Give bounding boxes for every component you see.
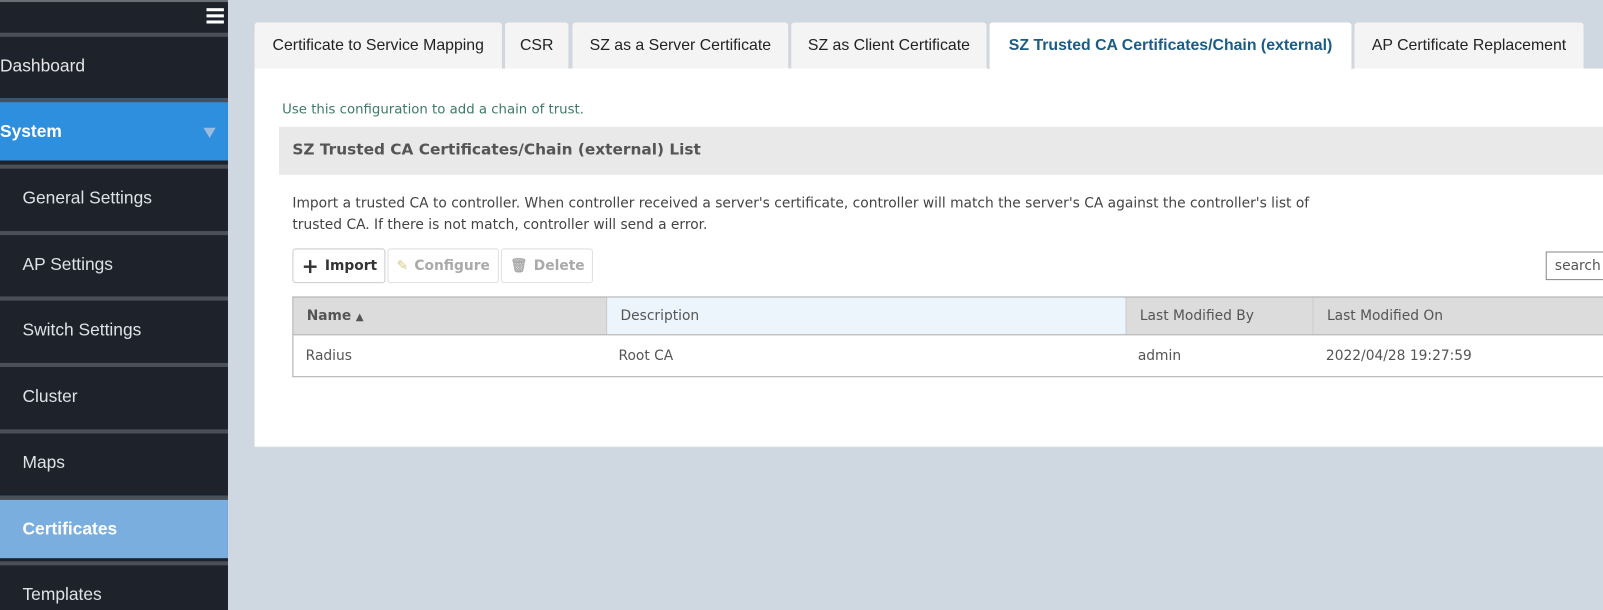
sidebar-item-label: Dashboard xyxy=(0,55,86,76)
sidebar-item-label: Switch Settings xyxy=(22,319,142,339)
trash-icon: 🗑 xyxy=(510,257,528,274)
sidebar-item-maps[interactable]: Maps xyxy=(0,429,228,491)
sort-ascending-icon: ▲ xyxy=(355,311,364,324)
tab-sz-trusted-ca[interactable]: SZ Trusted CA Certificates/Chain (extern… xyxy=(988,21,1353,70)
delete-label: Delete xyxy=(533,257,585,274)
sidebar-item-label: Templates xyxy=(22,584,102,604)
sidebar-item-switch-settings[interactable]: Switch Settings xyxy=(0,296,228,358)
sidebar-item-label: Maps xyxy=(22,452,65,472)
sidebar-item-certificates[interactable]: Certificates xyxy=(0,495,228,559)
column-header-last-modified-on[interactable]: Last Modified On xyxy=(1313,297,1603,335)
description-text: Import a trusted CA to controller. When … xyxy=(292,195,1310,234)
configure-label: Configure xyxy=(414,257,490,274)
sidebar-item-label: AP Settings xyxy=(22,254,113,274)
cell-description: Root CA xyxy=(618,347,674,364)
sidebar-item-label: General Settings xyxy=(22,187,152,208)
column-header-last-modified-by[interactable]: Last Modified By xyxy=(1126,297,1314,335)
import-button[interactable]: + Import xyxy=(292,248,386,284)
cell-name: Radius xyxy=(305,347,352,364)
hint-text: Use this configuration to add a chain of… xyxy=(282,102,584,118)
configure-button[interactable]: ✎ Configure xyxy=(387,248,499,284)
column-header-description[interactable]: Description xyxy=(607,297,1127,335)
sidebar-item-templates[interactable]: Templates xyxy=(0,561,228,610)
hamburger-menu-icon[interactable] xyxy=(206,8,224,24)
certificate-table: Name ▲ Description Last Modified By Last… xyxy=(292,296,1603,378)
delete-button[interactable]: 🗑 Delete xyxy=(500,248,593,284)
chevron-down-icon xyxy=(203,127,216,139)
sidebar-item-ap-settings[interactable]: AP Settings xyxy=(0,231,228,293)
cell-last-modified-on: 2022/04/28 19:27:59 xyxy=(1325,347,1472,364)
cell-last-modified-by: admin xyxy=(1137,347,1182,364)
tab-sz-server-certificate[interactable]: SZ as a Server Certificate xyxy=(571,21,790,69)
sidebar-item-label: Cluster xyxy=(22,385,78,406)
tab-certificate-to-service-mapping[interactable]: Certificate to Service Mapping xyxy=(253,21,503,69)
sidebar-item-system[interactable]: System xyxy=(0,98,228,161)
plus-icon: + xyxy=(301,253,319,279)
sidebar-item-general-settings[interactable]: General Settings xyxy=(0,164,228,227)
search-input[interactable]: search xyxy=(1545,251,1603,281)
pencil-icon: ✎ xyxy=(396,257,409,274)
sidebar-item-label: Certificates xyxy=(22,518,118,539)
sidebar-item-label: System xyxy=(0,121,62,141)
sidebar: Dashboard System General Settings AP Set… xyxy=(0,0,228,610)
column-header-name[interactable]: Name ▲ xyxy=(293,297,608,335)
tab-csr[interactable]: CSR xyxy=(503,21,570,69)
list-title: SZ Trusted CA Certificates/Chain (extern… xyxy=(279,126,1603,175)
tab-ap-certificate-replacement[interactable]: AP Certificate Replacement xyxy=(1353,21,1585,69)
column-label: Name xyxy=(306,307,352,325)
tab-sz-client-certificate[interactable]: SZ as Client Certificate xyxy=(790,21,988,69)
sidebar-item-dashboard[interactable]: Dashboard xyxy=(0,32,228,95)
import-label: Import xyxy=(324,257,378,274)
sidebar-item-cluster[interactable]: Cluster xyxy=(0,362,228,425)
